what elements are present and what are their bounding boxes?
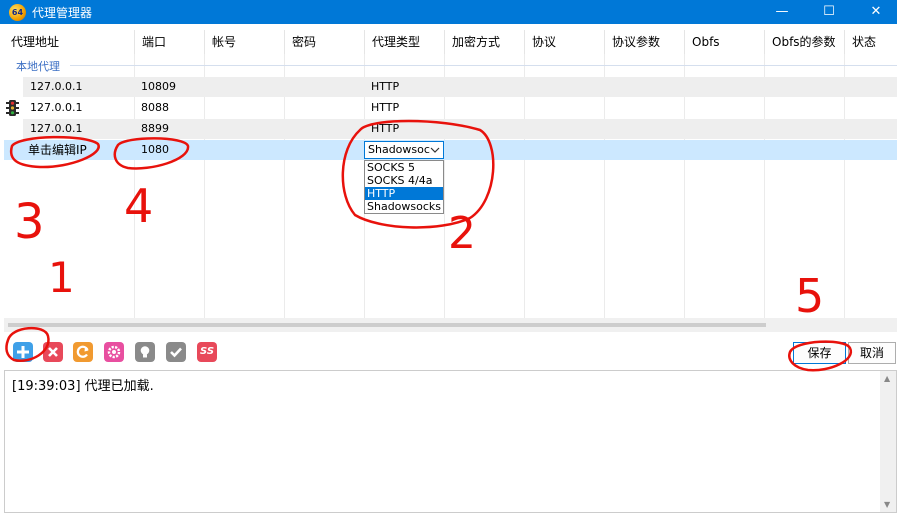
column-header-encryption[interactable]: 加密方式 — [445, 30, 525, 54]
column-header-account[interactable]: 帐号 — [205, 30, 285, 54]
cell-type: HTTP — [371, 80, 400, 93]
cell-address: 127.0.0.1 — [30, 122, 83, 135]
cell-address: 127.0.0.1 — [30, 101, 83, 114]
log-line: [19:39:03] 代理已加载. — [12, 379, 154, 394]
option-http[interactable]: HTTP — [365, 187, 443, 200]
scroll-up-icon[interactable]: ▲ — [884, 374, 890, 383]
horizontal-scrollbar[interactable] — [4, 318, 897, 332]
title-bar: 64 代理管理器 — ☐ ✕ — [0, 0, 897, 24]
cancel-button[interactable]: 取消 — [848, 342, 896, 364]
table-row[interactable]: 127.0.0.1 8899 HTTP — [23, 119, 897, 139]
annotation-4: 4 — [124, 179, 153, 233]
column-header-protocol[interactable]: 协议 — [525, 30, 605, 54]
scroll-down-icon[interactable]: ▼ — [884, 500, 890, 509]
check-icon[interactable] — [166, 342, 186, 362]
cell-port: 10809 — [141, 80, 176, 93]
bulb-icon[interactable] — [135, 342, 155, 362]
close-button[interactable]: ✕ — [853, 0, 897, 24]
annotation-2: 2 — [448, 208, 476, 259]
cell-address: 127.0.0.1 — [30, 80, 83, 93]
maximize-button[interactable]: ☐ — [806, 0, 852, 24]
window-title: 代理管理器 — [32, 6, 93, 20]
scrollbar-thumb[interactable] — [8, 323, 766, 327]
address-edit-cell[interactable]: 单击编辑IP — [21, 140, 87, 160]
ss-icon[interactable]: SS — [197, 342, 217, 362]
proxy-type-select[interactable]: Shadowsocks — [364, 141, 444, 159]
column-header-password[interactable]: 密码 — [285, 30, 365, 54]
option-socks4[interactable]: SOCKS 4/4a — [365, 174, 443, 187]
cell-type: HTTP — [371, 122, 400, 135]
annotation-1: 1 — [48, 253, 75, 302]
app-icon: 64 — [9, 4, 26, 21]
column-header-protocol-param[interactable]: 协议参数 — [605, 30, 685, 54]
minimize-button[interactable]: — — [759, 0, 805, 24]
column-header-obfs-param[interactable]: Obfs的参数 — [765, 30, 845, 54]
group-label-local: 本地代理 — [16, 60, 60, 73]
cell-port: 8088 — [141, 101, 169, 114]
toolbar: SS — [0, 337, 897, 367]
chevron-down-icon[interactable] — [430, 145, 440, 155]
traffic-light-icon — [6, 100, 19, 116]
annotation-5: 5 — [795, 269, 824, 323]
add-icon[interactable] — [13, 342, 33, 362]
proxy-type-select-value: Shadowsocks — [368, 143, 430, 156]
column-header-status[interactable]: 状态 — [845, 30, 897, 54]
option-shadowsocks[interactable]: Shadowsocks — [365, 200, 443, 213]
annotation-3: 3 — [14, 194, 45, 250]
group-divider — [70, 65, 897, 66]
refresh-icon[interactable] — [73, 342, 93, 362]
delete-icon[interactable] — [43, 342, 63, 362]
column-header-obfs[interactable]: Obfs — [685, 30, 765, 54]
save-button[interactable]: 保存 — [793, 342, 846, 364]
table-row[interactable]: 127.0.0.1 10809 HTTP — [23, 77, 897, 97]
table-row-editing[interactable]: 单击编辑IP 1080 — [4, 140, 897, 160]
log-panel: [19:39:03] 代理已加载. ▲ ▼ — [4, 370, 897, 513]
column-header-port[interactable]: 端口 — [135, 30, 205, 54]
column-header-address[interactable]: 代理地址 — [4, 30, 135, 54]
column-header-type[interactable]: 代理类型 — [365, 30, 445, 54]
cell-port: 8899 — [141, 122, 169, 135]
proxy-type-dropdown: SOCKS 5 SOCKS 4/4a HTTP Shadowsocks — [364, 160, 444, 214]
vertical-scrollbar[interactable]: ▲ ▼ — [880, 371, 896, 512]
table-row[interactable]: 127.0.0.1 8088 HTTP — [23, 98, 897, 118]
option-socks5[interactable]: SOCKS 5 — [365, 161, 443, 174]
table-header: 代理地址 端口 帐号 密码 代理类型 加密方式 协议 协议参数 Obfs Obf… — [4, 30, 897, 54]
cell-type: HTTP — [371, 101, 400, 114]
settings-icon[interactable] — [104, 342, 124, 362]
port-edit-cell[interactable]: 1080 — [134, 140, 169, 160]
